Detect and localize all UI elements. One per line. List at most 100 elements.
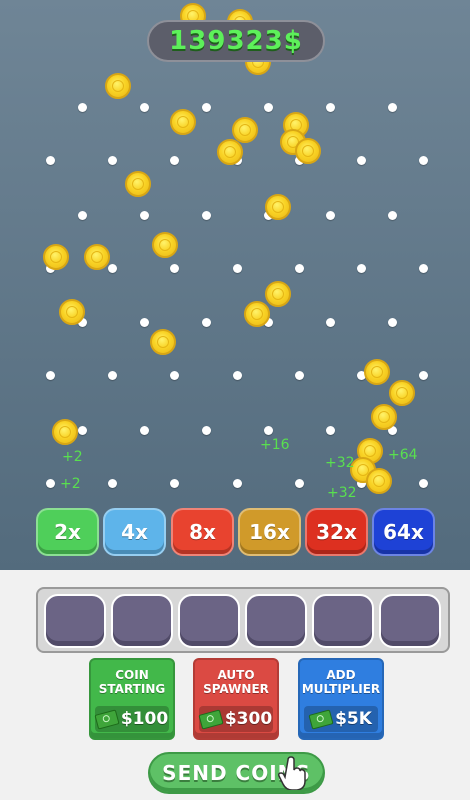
peg [387,317,397,327]
peg [201,425,211,435]
gold-coin [389,380,415,406]
gold-coin [84,244,110,270]
gold-coin [150,329,176,355]
balance-value: 139323$ [169,26,303,56]
peg [201,102,211,112]
multiplier-bucket-8x: 8x [171,508,234,556]
peg [387,210,397,220]
gold-coin [295,138,321,164]
peg [45,478,55,488]
peg [169,370,179,380]
coin-slot[interactable] [111,594,173,648]
reward-label: +2 [60,476,81,492]
control-panel: COIN STARTING $100 AUTO SPAWNER $300 ADD… [0,570,470,800]
peg [294,370,304,380]
multiplier-row: 2x 4x 8x 16x 32x 64x [0,508,470,558]
coin-slot[interactable] [379,594,441,648]
peg [139,317,149,327]
upgrade-price-value: $5K [335,709,372,729]
coin-slot-tray [36,587,450,653]
gold-coin [244,301,270,327]
upgrade-price: $5K [304,706,378,732]
peg [356,263,366,273]
coin-slot[interactable] [245,594,307,648]
upgrade-price-value: $100 [120,709,169,729]
upgrade-price: $100 [94,706,169,732]
plinko-board: 139323$ +16 +64 +32 +32 +2 +2 2x 4x 8x 1… [0,0,470,570]
peg [418,155,428,165]
add-multiplier-upgrade-button[interactable]: ADD MULTIPLIER $5K [298,658,384,740]
cash-icon [198,708,224,730]
auto-spawner-upgrade-button[interactable]: AUTO SPAWNER $300 [193,658,279,740]
upgrade-title: AUTO SPAWNER [203,668,269,696]
gold-coin [364,359,390,385]
reward-label: +32 [327,485,357,501]
gold-coin [43,244,69,270]
peg [139,425,149,435]
reward-label: +64 [388,447,418,463]
coin-slot[interactable] [178,594,240,648]
peg [201,210,211,220]
gold-coin [125,171,151,197]
multiplier-bucket-4x: 4x [103,508,166,556]
peg [139,210,149,220]
reward-label: +16 [260,437,290,453]
peg [325,210,335,220]
gold-coin [232,117,258,143]
peg [294,478,304,488]
peg [107,370,117,380]
peg [325,425,335,435]
peg [418,263,428,273]
peg [169,478,179,488]
pointer-hand-icon [278,756,306,790]
coin-slot[interactable] [44,594,106,648]
multiplier-bucket-2x: 2x [36,508,99,556]
gold-coin [265,194,291,220]
upgrade-price-value: $300 [224,709,273,729]
reward-label: +2 [62,449,83,465]
coin-slot[interactable] [312,594,374,648]
peg [139,102,149,112]
coin-starting-upgrade-button[interactable]: COIN STARTING $100 [89,658,175,740]
peg [356,155,366,165]
gold-coin [217,139,243,165]
multiplier-bucket-16x: 16x [238,508,301,556]
peg [263,102,273,112]
peg [107,478,117,488]
peg [294,263,304,273]
reward-label: +32 [325,455,355,471]
upgrade-price: $300 [198,706,273,732]
peg [45,155,55,165]
gold-coin [366,468,392,494]
peg [169,263,179,273]
multiplier-bucket-32x: 32x [305,508,368,556]
peg [107,263,117,273]
gold-coin [59,299,85,325]
peg [232,478,242,488]
upgrade-title: ADD MULTIPLIER [301,668,381,696]
peg [418,478,428,488]
upgrade-title: COIN STARTING [98,668,166,696]
gold-coin [371,404,397,430]
balance-display: 139323$ [147,20,325,62]
peg [77,425,87,435]
peg [77,102,87,112]
peg [232,263,242,273]
peg [387,102,397,112]
peg [232,370,242,380]
gold-coin [152,232,178,258]
peg [418,370,428,380]
gold-coin [265,281,291,307]
peg [77,210,87,220]
peg [201,317,211,327]
cash-icon [308,708,334,730]
peg [169,155,179,165]
gold-coin [52,419,78,445]
peg [325,317,335,327]
peg [263,425,273,435]
gold-coin [170,109,196,135]
peg [107,155,117,165]
cash-icon [94,708,120,730]
peg [325,102,335,112]
gold-coin [105,73,131,99]
